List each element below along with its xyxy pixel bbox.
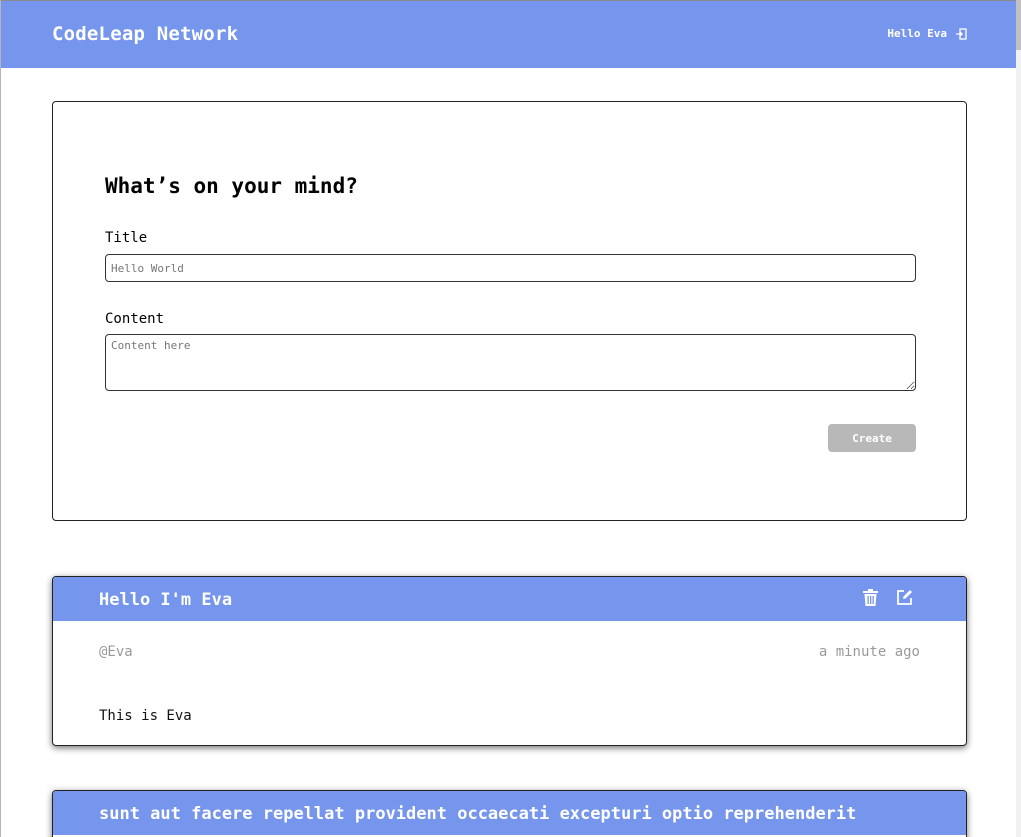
create-button[interactable]: Create	[828, 424, 916, 452]
title-input[interactable]	[105, 254, 916, 282]
post-timestamp: a minute ago	[818, 644, 920, 660]
post-header: Hello I'm Eva	[53, 577, 966, 621]
page-scrollbar[interactable]	[1016, 0, 1021, 837]
post-username: @Eva	[99, 644, 133, 660]
post-card: Hello I'm Eva @Eva a minute ago This is …	[52, 576, 967, 746]
post-card: sunt aut facere repellat provident occae…	[52, 790, 967, 837]
create-post-heading: What’s on your mind?	[105, 174, 358, 198]
content-textarea[interactable]	[105, 334, 916, 391]
greeting-text: Hello Eva	[887, 27, 947, 40]
trash-icon[interactable]	[861, 588, 880, 607]
user-area: Hello Eva	[887, 27, 967, 40]
scrollbar-thumb[interactable]	[1016, 0, 1021, 50]
title-label: Title	[105, 230, 148, 246]
top-bar: CodeLeap Network Hello Eva	[1, 0, 1017, 68]
content-label: Content	[105, 311, 165, 327]
logout-icon[interactable]	[955, 27, 967, 40]
create-post-card: What’s on your mind? Title Content Creat…	[52, 101, 967, 521]
post-content: This is Eva	[99, 708, 192, 724]
post-title: Hello I'm Eva	[99, 590, 233, 610]
post-title: sunt aut facere repellat provident occae…	[99, 804, 857, 824]
edit-icon[interactable]	[895, 588, 914, 607]
brand-title: CodeLeap Network	[52, 23, 239, 45]
post-actions	[861, 588, 914, 607]
post-header: sunt aut facere repellat provident occae…	[53, 791, 966, 835]
